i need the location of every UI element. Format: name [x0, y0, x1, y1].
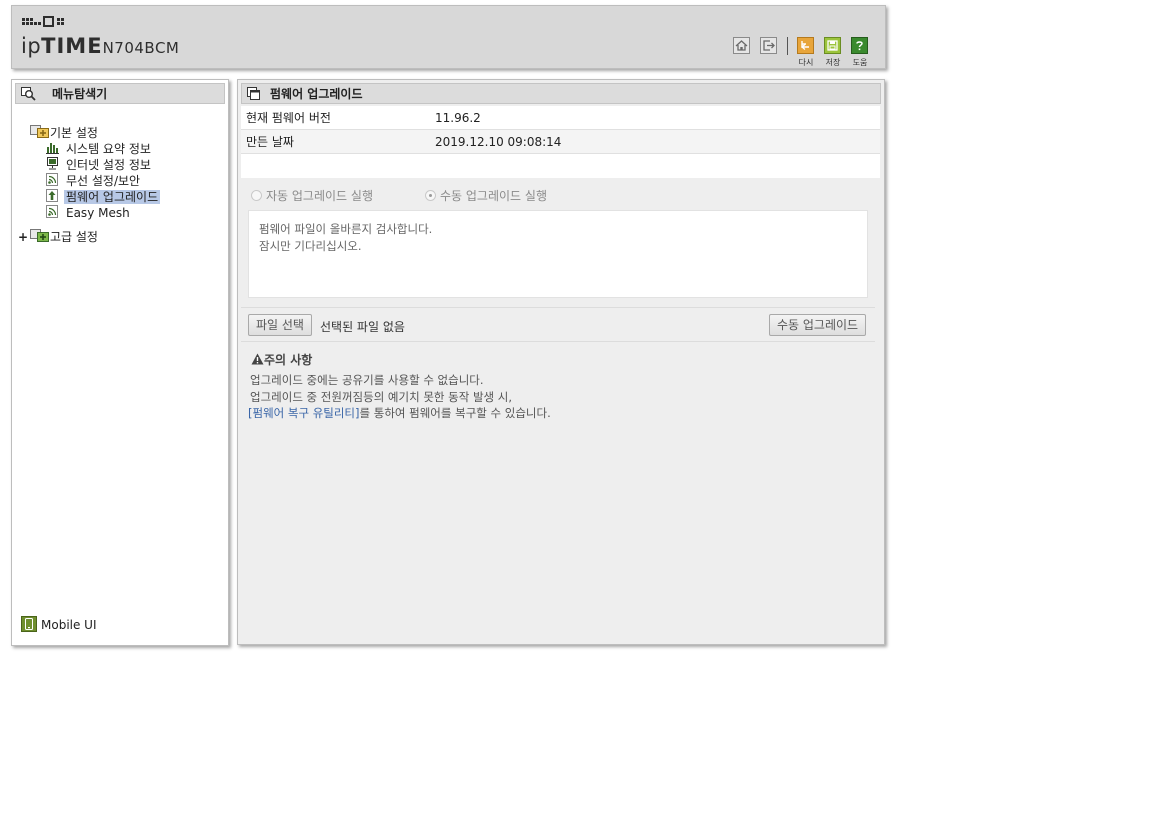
- tree-group-advanced-label: 고급 설정: [50, 230, 98, 244]
- help-button-label: 도움: [852, 58, 868, 67]
- menu-explorer-panel: 메뉴탐색기 기본 설정 시스템 요약 정보 인터넷 설정 정보 무선 설정/보안…: [11, 79, 229, 646]
- bar-chart-icon: [46, 141, 66, 158]
- tree-item-label: 인터넷 설정 정보: [66, 158, 151, 172]
- content-panel: 펌웨어 업그레이드 현재 펌웨어 버전 11.96.2 만든 날짜 2019.1…: [237, 79, 885, 645]
- table-row: 현재 펌웨어 버전 11.96.2: [241, 106, 880, 130]
- back-button-label: 다시: [798, 58, 814, 67]
- expand-toggle[interactable]: +: [18, 230, 30, 245]
- status-message-line: 펌웨어 파일이 올바른지 검사합니다.: [259, 222, 433, 236]
- auto-upgrade-option[interactable]: 자동 업그레이드 실행: [251, 187, 373, 204]
- folder-open-icon: [30, 125, 50, 142]
- mobile-phone-icon: [21, 616, 39, 635]
- caution-line: 업그레이드 중 전원꺼짐등의 예기치 못한 동작 발생 시,: [250, 390, 513, 404]
- menu-explorer-title: 메뉴탐색기: [52, 87, 108, 101]
- caution-line: 업그레이드 중에는 공유기를 사용할 수 없습니다.: [250, 373, 484, 387]
- status-message-line: 잠시만 기다리십시오.: [259, 239, 362, 253]
- save-button-label: 저장: [825, 58, 841, 67]
- menu-explorer-header: 메뉴탐색기: [15, 83, 225, 104]
- tree-item-label: 무선 설정/보안: [66, 174, 141, 188]
- manual-upgrade-button[interactable]: 수동 업그레이드: [769, 314, 867, 336]
- save-button[interactable]: [824, 37, 841, 54]
- info-value: 2019.12.10 09:08:14: [435, 135, 562, 149]
- tree-group-basic-label: 기본 설정: [50, 126, 98, 140]
- selected-file-status: 선택된 파일 없음: [320, 320, 405, 334]
- top-header: ipTIMEN704BCM 다시 저장 도움: [11, 5, 886, 69]
- home-button[interactable]: [733, 37, 750, 54]
- tree-item-firmware-upgrade[interactable]: 펌웨어 업그레이드: [46, 189, 161, 206]
- auto-upgrade-radio[interactable]: [251, 190, 262, 201]
- logout-icon: [763, 40, 775, 51]
- manual-upgrade-option[interactable]: 수동 업그레이드 실행: [425, 187, 547, 204]
- info-value: 11.96.2: [435, 111, 481, 125]
- wireless-icon: [46, 205, 66, 222]
- mobile-ui-link[interactable]: Mobile UI: [21, 616, 97, 635]
- tree-item-easy-mesh[interactable]: Easy Mesh: [46, 205, 130, 222]
- tree-item-internet-info[interactable]: 인터넷 설정 정보: [46, 157, 151, 174]
- router-model: N704BCM: [102, 39, 180, 57]
- tree-group-basic[interactable]: 기본 설정: [30, 125, 98, 142]
- divider: [241, 341, 875, 342]
- tree-item-label: 펌웨어 업그레이드: [64, 190, 161, 204]
- manual-upgrade-label: 수동 업그레이드 실행: [440, 189, 547, 203]
- brand-main: TIME: [41, 34, 103, 58]
- manual-upgrade-radio[interactable]: [425, 190, 436, 201]
- logo-mark-icon: [22, 16, 72, 31]
- undo-icon: [801, 41, 809, 50]
- search-magnifier-icon: [21, 87, 37, 108]
- warning-icon: [251, 353, 264, 368]
- info-key: 만든 날짜: [246, 135, 294, 149]
- wireless-icon: [46, 173, 66, 190]
- status-message-box: 펌웨어 파일이 올바른지 검사합니다. 잠시만 기다리십시오.: [248, 210, 868, 298]
- section-window-icon: [247, 87, 261, 108]
- info-key: 현재 펌웨어 버전: [246, 111, 331, 125]
- brand-prefix: ip: [21, 34, 42, 58]
- logout-button[interactable]: [760, 37, 777, 54]
- section-title: 펌웨어 업그레이드: [270, 87, 363, 101]
- upgrade-icon: [46, 189, 66, 206]
- tree-item-wireless-security[interactable]: 무선 설정/보안: [46, 173, 140, 190]
- brand-logo: ipTIMEN704BCM: [21, 34, 179, 58]
- auto-upgrade-label: 자동 업그레이드 실행: [266, 189, 373, 203]
- question-mark-icon: [856, 41, 863, 51]
- tree-group-advanced[interactable]: + 고급 설정: [18, 229, 98, 246]
- section-header: 펌웨어 업그레이드: [241, 83, 881, 104]
- tree-item-system-summary[interactable]: 시스템 요약 정보: [46, 141, 151, 158]
- monitor-icon: [46, 157, 66, 174]
- help-button[interactable]: [851, 37, 868, 54]
- caution-line: [펌웨어 복구 유틸리티]를 통하여 펌웨어를 복구할 수 있습니다.: [248, 405, 551, 421]
- caution-title: 주의 사항: [264, 353, 313, 367]
- divider: [241, 307, 875, 308]
- firmware-recovery-utility-link[interactable]: [펌웨어 복구 유틸리티]: [248, 406, 360, 420]
- folder-closed-icon: [30, 229, 50, 246]
- choose-file-button[interactable]: 파일 선택: [248, 314, 312, 336]
- caution-heading: 주의 사항: [251, 351, 312, 368]
- header-divider: [787, 37, 788, 55]
- floppy-disk-icon: [827, 40, 838, 51]
- firmware-info-table: 현재 펌웨어 버전 11.96.2 만든 날짜 2019.12.10 09:08…: [241, 106, 880, 178]
- caution-line-rest: 를 통하여 펌웨어를 복구할 수 있습니다.: [359, 406, 551, 420]
- table-row: 만든 날짜 2019.12.10 09:08:14: [241, 130, 880, 154]
- back-button[interactable]: [797, 37, 814, 54]
- tree-item-label: 시스템 요약 정보: [66, 142, 151, 156]
- tree-item-label: Easy Mesh: [66, 206, 130, 220]
- home-icon: [735, 40, 748, 51]
- mobile-ui-label: Mobile UI: [41, 618, 97, 632]
